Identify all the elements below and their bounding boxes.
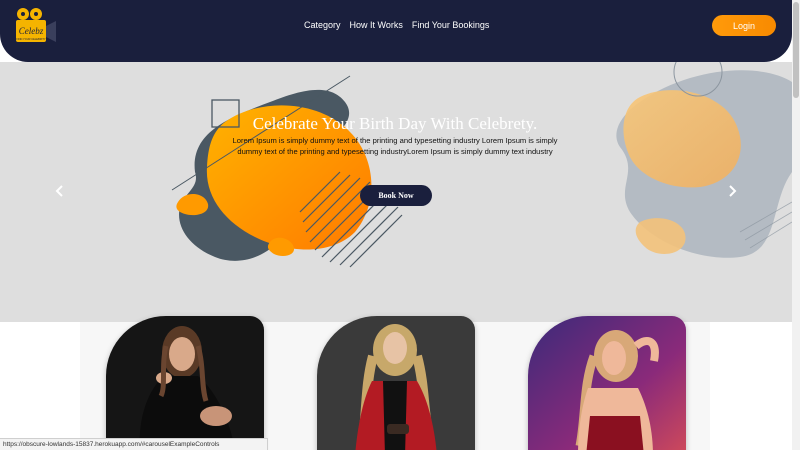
hero-description: Lorem Ipsum is simply dummy text of the … xyxy=(232,136,558,156)
page-scrollbar[interactable] xyxy=(792,0,800,450)
nav-category[interactable]: Category xyxy=(304,20,341,30)
nav-how-it-works[interactable]: How It Works xyxy=(350,20,403,30)
celebrity-card-1[interactable] xyxy=(106,316,264,450)
svg-text:FIND YOUR CELEBRITY: FIND YOUR CELEBRITY xyxy=(16,37,46,41)
celebz-logo[interactable]: Celebz FIND YOUR CELEBRITY xyxy=(14,6,60,46)
nav-links: Category How It Works Find Your Bookings xyxy=(304,20,498,30)
celebrity-photo-3 xyxy=(528,316,686,450)
nav-find-bookings[interactable]: Find Your Bookings xyxy=(412,20,490,30)
hero-title: Celebrate Your Birth Day With Celebrety. xyxy=(252,114,538,133)
browser-status-url: https://obscure-lowlands-15837.herokuapp… xyxy=(0,438,268,450)
chevron-left-icon xyxy=(55,185,63,197)
celebrity-photo-2 xyxy=(317,316,475,450)
svg-text:Celebz: Celebz xyxy=(19,26,44,36)
celebrity-card-2[interactable] xyxy=(317,316,475,450)
chevron-right-icon xyxy=(729,185,737,197)
carousel-prev-button[interactable] xyxy=(52,182,68,200)
carousel-next-button[interactable] xyxy=(724,182,740,200)
celebrity-card-3[interactable] xyxy=(528,316,686,450)
book-now-button[interactable]: Book Now xyxy=(360,185,432,206)
hero-carousel: Celebrate Your Birth Day With Celebrety.… xyxy=(0,62,792,322)
scrollbar-thumb[interactable] xyxy=(793,2,799,98)
login-button[interactable]: Login xyxy=(712,15,776,36)
top-navbar: Celebz FIND YOUR CELEBRITY Category How … xyxy=(0,0,792,62)
celebrity-photo-1 xyxy=(106,316,264,450)
